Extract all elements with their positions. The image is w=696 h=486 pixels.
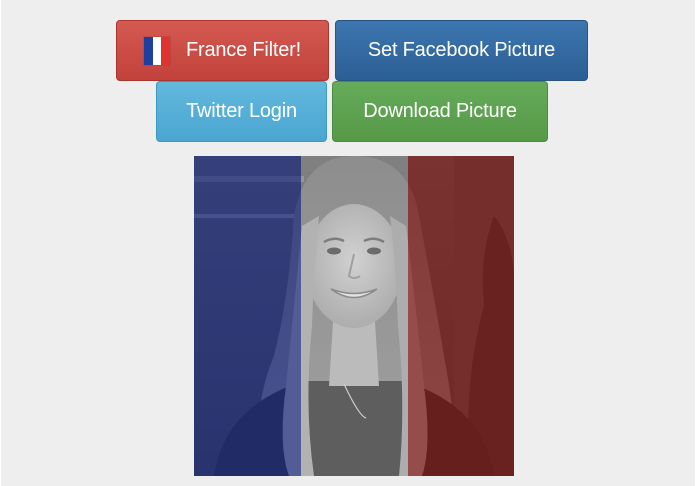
download-picture-label: Download Picture (363, 100, 517, 122)
france-filter-label: France Filter! (185, 39, 301, 61)
download-picture-button[interactable]: Download Picture (332, 81, 548, 142)
flag-overlay-white (301, 156, 408, 476)
filtered-profile-photo (194, 156, 514, 476)
app-frame: France Filter! Set Facebook Picture Twit… (1, 0, 695, 486)
france-flag-icon (143, 36, 170, 65)
flag-overlay-blue (194, 156, 301, 476)
set-facebook-picture-button[interactable]: Set Facebook Picture (335, 20, 588, 81)
twitter-login-label: Twitter Login (186, 100, 297, 122)
flag-overlay-red (408, 156, 514, 476)
set-facebook-picture-label: Set Facebook Picture (367, 39, 556, 61)
france-filter-button[interactable]: France Filter! (116, 20, 329, 81)
twitter-login-button[interactable]: Twitter Login (156, 81, 327, 142)
